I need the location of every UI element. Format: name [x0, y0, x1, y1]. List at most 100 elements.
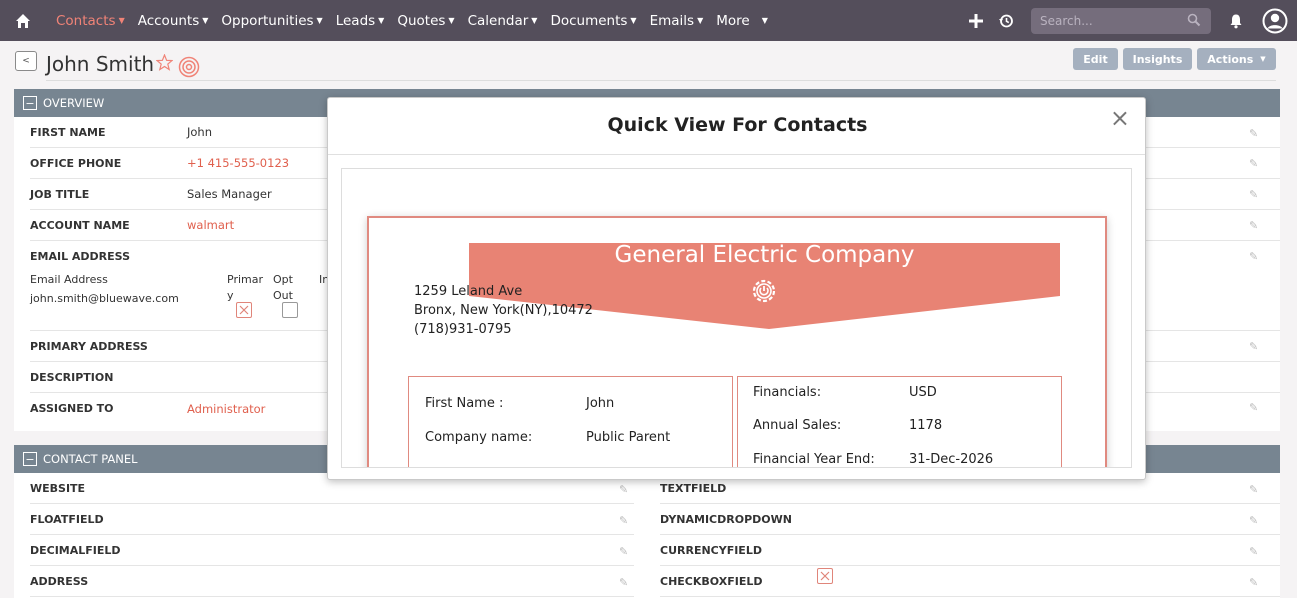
- chevron-down-icon: ▼: [448, 16, 455, 25]
- target-icon[interactable]: [178, 56, 200, 81]
- opt-out-checkbox[interactable]: [282, 302, 298, 318]
- plus-icon[interactable]: [961, 13, 991, 29]
- chevron-down-icon: ▼: [378, 16, 385, 25]
- contact-panel: WEBSITE FLOATFIELD DECIMALFIELD ADDRESS …: [14, 473, 1280, 598]
- search-icon[interactable]: [1187, 13, 1201, 30]
- header-divider: [46, 80, 1276, 81]
- quick-view-frame: General Electric Company 1259 Leland Ave…: [341, 168, 1132, 468]
- edit-pencil-icon[interactable]: ✎: [1249, 250, 1258, 263]
- nav-leads-label: Leads: [335, 12, 376, 29]
- nav-documents-label: Documents: [550, 12, 628, 29]
- floatfield-row: FLOATFIELD: [30, 504, 634, 535]
- user-icon[interactable]: [1253, 8, 1297, 34]
- nav-contacts-label: Contacts: [56, 12, 116, 29]
- search-input[interactable]: [1031, 7, 1211, 34]
- edit-pencil-icon[interactable]: ✎: [1249, 576, 1258, 589]
- page-title: John Smith: [46, 52, 155, 76]
- financials-value: USD: [909, 385, 937, 400]
- contact-panel-title: CONTACT PANEL: [43, 452, 138, 466]
- nav-documents[interactable]: Documents ▼: [550, 13, 636, 29]
- decimalfield-row: DECIMALFIELD: [30, 535, 634, 566]
- chevron-down-icon: ▼: [761, 16, 768, 25]
- nav-more-label: More: [716, 12, 750, 29]
- company-name: General Electric Company: [614, 242, 915, 268]
- nav-emails-label: Emails: [649, 12, 695, 29]
- chevron-down-icon: ▼: [697, 16, 704, 25]
- nav-leads[interactable]: Leads ▼: [336, 13, 385, 29]
- nav-quotes-label: Quotes: [397, 12, 446, 29]
- nav-opportunities-label: Opportunities: [221, 12, 314, 29]
- top-nav: Contacts ▼ Accounts ▼ Opportunities ▼ Leads…: [0, 0, 1297, 41]
- collapse-icon[interactable]: −: [23, 452, 37, 466]
- nav-calendar-label: Calendar: [467, 12, 529, 29]
- address-line-1: 1259 Leland Ave: [414, 284, 523, 299]
- edit-pencil-icon[interactable]: ✎: [1249, 127, 1258, 140]
- edit-pencil-icon[interactable]: ✎: [619, 514, 628, 527]
- actions-button[interactable]: Actions ▼: [1197, 48, 1276, 70]
- checkboxfield-row: CHECKBOXFIELD: [660, 566, 1280, 597]
- account-name-link[interactable]: walmart: [187, 218, 234, 232]
- first-name-value: John: [187, 125, 213, 139]
- floatfield-label: FLOATFIELD: [30, 512, 104, 526]
- nav-accounts-label: Accounts: [137, 12, 200, 29]
- website-label: WEBSITE: [30, 481, 86, 495]
- address-label: ADDRESS: [30, 574, 89, 588]
- search-box: [1031, 7, 1211, 34]
- company-name-value: Public Parent: [586, 430, 671, 445]
- currencyfield-row: CURRENCYFIELD: [660, 535, 1280, 566]
- annual-sales-label: Annual Sales:: [753, 418, 842, 433]
- financials-label: Financials:: [753, 385, 822, 400]
- email-link[interactable]: john.smith@bluewave.com: [30, 292, 179, 305]
- edit-pencil-icon[interactable]: ✎: [1249, 157, 1258, 170]
- contact-info-box: First Name : John Company name: Public P…: [408, 376, 733, 467]
- opt-out-column-label: Opt: [273, 273, 293, 286]
- office-phone-label: OFFICE PHONE: [30, 156, 122, 170]
- collapse-icon[interactable]: −: [23, 96, 37, 110]
- email-address-label: EMAIL ADDRESS: [30, 250, 131, 263]
- job-title-label: JOB TITLE: [30, 187, 90, 201]
- nav-emails[interactable]: Emails ▼: [650, 13, 704, 29]
- opt-out-column-label-wrap: Out: [273, 289, 293, 302]
- textfield-label: TEXTFIELD: [660, 481, 727, 495]
- close-icon[interactable]: ×: [1110, 104, 1130, 132]
- edit-button[interactable]: Edit: [1073, 48, 1118, 70]
- chevron-down-icon: ▼: [1260, 55, 1266, 63]
- back-button[interactable]: <: [15, 51, 37, 71]
- nav-quotes[interactable]: Quotes ▼: [397, 13, 454, 29]
- home-icon[interactable]: [0, 0, 46, 41]
- star-icon[interactable]: [155, 53, 174, 74]
- edit-pencil-icon[interactable]: ✎: [1249, 340, 1258, 353]
- nav-more[interactable]: More ▼: [716, 13, 768, 29]
- edit-pencil-icon[interactable]: ✎: [1249, 545, 1258, 558]
- dynamicdropdown-label: DYNAMICDROPDOWN: [660, 512, 792, 526]
- assigned-to-link[interactable]: Administrator: [187, 402, 265, 416]
- bell-icon[interactable]: [1219, 13, 1253, 29]
- edit-pencil-icon[interactable]: ✎: [619, 483, 628, 496]
- edit-pencil-icon[interactable]: ✎: [1249, 401, 1258, 414]
- nav-calendar[interactable]: Calendar ▼: [468, 13, 538, 29]
- account-name-label: ACCOUNT NAME: [30, 218, 130, 232]
- financial-year-end-label: Financial Year End:: [753, 452, 875, 467]
- edit-pencil-icon[interactable]: ✎: [1249, 188, 1258, 201]
- financial-year-end-value: 31-Dec-2026: [909, 452, 994, 467]
- edit-pencil-icon[interactable]: ✎: [619, 576, 628, 589]
- description-label: DESCRIPTION: [30, 370, 114, 384]
- decimalfield-label: DECIMALFIELD: [30, 543, 121, 557]
- edit-pencil-icon[interactable]: ✎: [1249, 514, 1258, 527]
- dynamicdropdown-row: DYNAMICDROPDOWN: [660, 504, 1280, 535]
- nav-contacts[interactable]: Contacts ▼: [56, 13, 125, 29]
- history-icon[interactable]: [991, 13, 1021, 29]
- nav-opportunities[interactable]: Opportunities ▼: [221, 13, 322, 29]
- edit-pencil-icon[interactable]: ✎: [1249, 219, 1258, 232]
- assigned-to-label: ASSIGNED TO: [30, 402, 114, 415]
- edit-pencil-icon[interactable]: ✎: [619, 545, 628, 558]
- nav-accounts[interactable]: Accounts ▼: [138, 13, 209, 29]
- chevron-down-icon: ▼: [531, 16, 538, 25]
- company-phone: (718)931-0795: [414, 322, 512, 337]
- insights-button[interactable]: Insights: [1123, 48, 1192, 70]
- primary-checkbox[interactable]: [236, 302, 252, 318]
- office-phone-link[interactable]: +1 415-555-0123: [187, 156, 289, 170]
- checkboxfield-checkbox[interactable]: [817, 568, 833, 584]
- chevron-down-icon: ▼: [118, 16, 125, 25]
- edit-pencil-icon[interactable]: ✎: [1249, 483, 1258, 496]
